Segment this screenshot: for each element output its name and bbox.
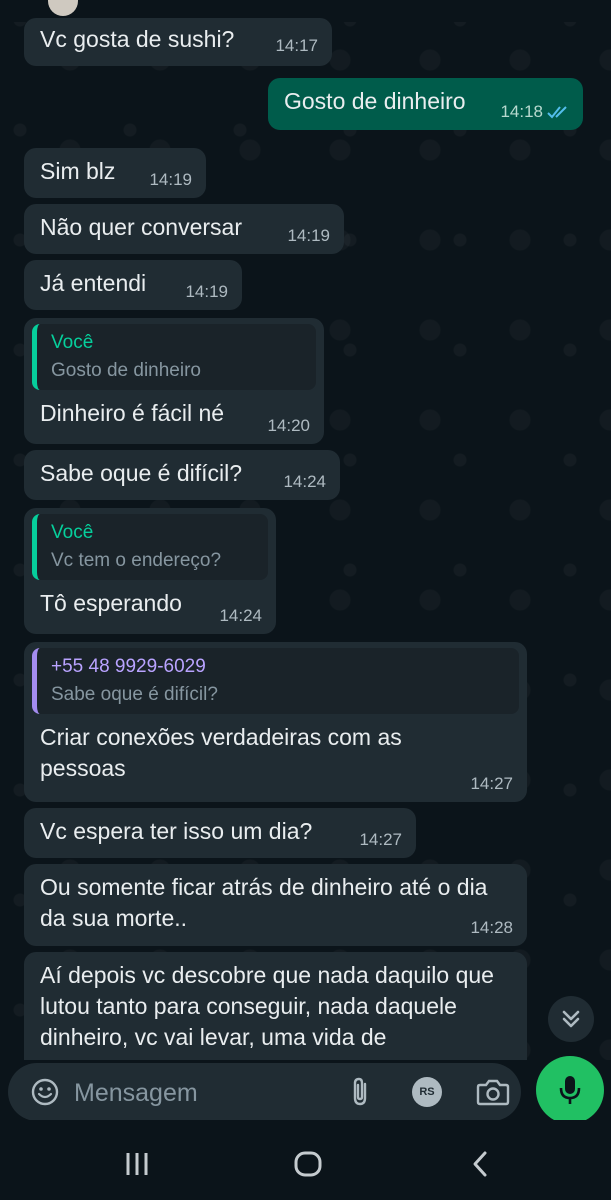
message-text: Criar conexões verdadeiras com as pessoa…: [40, 724, 402, 781]
emoji-icon[interactable]: [30, 1077, 60, 1107]
back-icon: [473, 1151, 487, 1177]
message-text: Ou somente ficar atrás de dinheiro até o…: [40, 874, 488, 931]
home-icon: [294, 1151, 322, 1177]
message-bubble[interactable]: Aí depois vc descobre que nada daquilo q…: [24, 952, 527, 1060]
message-time: 14:28: [470, 918, 513, 937]
system-nav-bar: [0, 1120, 611, 1200]
compose-bar: RS: [0, 1060, 611, 1121]
message-text: Aí depois vc descobre que nada daquilo q…: [40, 962, 494, 1050]
message-bubble[interactable]: Vc espera ter isso um dia? 14:27: [24, 808, 416, 858]
double-chevron-down-icon: [562, 1010, 580, 1028]
message-time: 14:27: [359, 830, 402, 849]
message-time: 14:19: [185, 282, 228, 301]
quote-author: Você: [51, 332, 94, 353]
message-time: 14:19: [149, 170, 192, 189]
message-bubble[interactable]: Já entendi 14:19: [24, 260, 242, 310]
message-bubble[interactable]: Vc gosta de sushi? 14:17: [24, 18, 332, 66]
message-text: Vc espera ter isso um dia?: [40, 818, 313, 844]
avatar[interactable]: [48, 0, 78, 16]
back-button[interactable]: [460, 1144, 500, 1184]
chat-area[interactable]: Vc gosta de sushi? 14:17 Gosto de dinhei…: [0, 0, 611, 1060]
message-time: 14:27: [470, 774, 513, 793]
mic-button[interactable]: [536, 1056, 604, 1124]
camera-icon[interactable]: [476, 1077, 510, 1107]
scroll-to-bottom-button[interactable]: [548, 996, 594, 1042]
paperclip-icon[interactable]: [348, 1076, 374, 1108]
quote-text: Vc tem o endereço?: [51, 550, 222, 571]
message-bubble[interactable]: Você Gosto de dinheiro Dinheiro é fácil …: [24, 318, 324, 444]
quoted-message[interactable]: +55 48 9929-6029 Sabe oque é difícil?: [32, 648, 519, 714]
message-time: 14:19: [287, 226, 330, 245]
quote-author: Você: [51, 522, 94, 543]
message-bubble[interactable]: Sabe oque é difícil? 14:24: [24, 450, 340, 500]
double-check-icon: [547, 106, 567, 119]
message-input-container: RS: [8, 1063, 521, 1121]
message-time: 14:24: [283, 472, 326, 491]
quote-text: Gosto de dinheiro: [51, 360, 201, 381]
message-bubble[interactable]: Ou somente ficar atrás de dinheiro até o…: [24, 864, 527, 946]
home-button[interactable]: [288, 1144, 328, 1184]
message-time: 14:18: [500, 102, 543, 121]
message-time: 14:20: [267, 416, 310, 435]
quoted-message[interactable]: Você Vc tem o endereço?: [32, 514, 268, 580]
recent-apps-button[interactable]: [117, 1144, 157, 1184]
message-input[interactable]: [72, 1071, 336, 1115]
payment-button[interactable]: RS: [412, 1077, 442, 1107]
recent-apps-icon: [126, 1153, 148, 1175]
quoted-message[interactable]: Você Gosto de dinheiro: [32, 324, 316, 390]
message-time: 14:24: [219, 606, 262, 625]
mic-icon: [559, 1076, 581, 1104]
message-bubble[interactable]: Sim blz 14:19: [24, 148, 206, 198]
message-time: 14:17: [275, 36, 318, 55]
message-bubble[interactable]: Gosto de dinheiro 14:18: [268, 78, 583, 130]
quote-author: +55 48 9929-6029: [51, 656, 206, 677]
message-bubble[interactable]: +55 48 9929-6029 Sabe oque é difícil? Cr…: [24, 642, 527, 802]
message-bubble[interactable]: Você Vc tem o endereço? Tô esperando 14:…: [24, 508, 276, 634]
quote-text: Sabe oque é difícil?: [51, 684, 218, 705]
message-bubble[interactable]: Não quer conversar 14:19: [24, 204, 344, 254]
